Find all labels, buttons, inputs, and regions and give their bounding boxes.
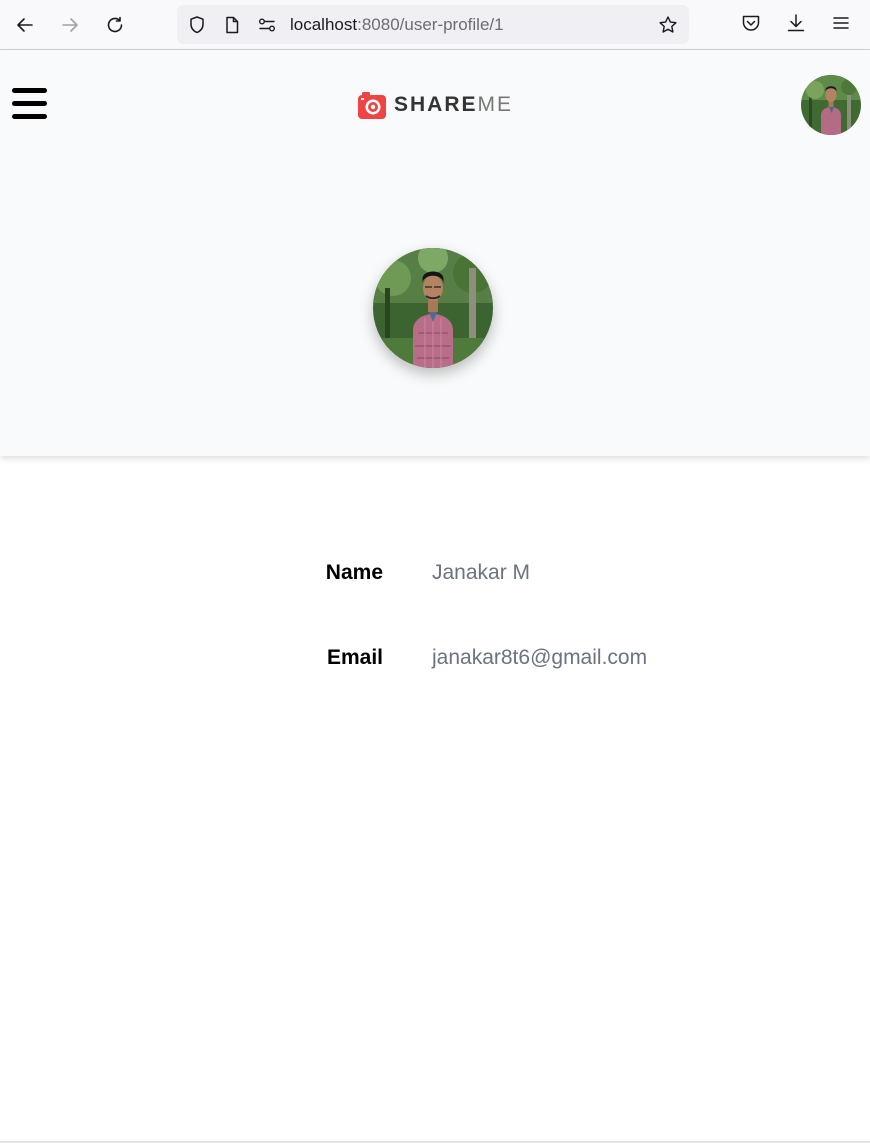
bookmark-star-icon[interactable] — [658, 15, 678, 35]
forward-arrow-icon — [62, 18, 78, 32]
back-arrow-icon — [17, 18, 33, 32]
user-avatar[interactable] — [801, 75, 861, 135]
reload-icon — [107, 16, 123, 33]
page-icon[interactable] — [222, 15, 242, 35]
forward-button[interactable] — [54, 9, 86, 41]
email-row: Email janakar8t6@gmail.com — [0, 639, 870, 679]
hamburger-menu-button[interactable] — [12, 88, 48, 120]
url-path: :8080/user-profile/1 — [357, 15, 504, 34]
name-row: Name Janakar M — [0, 554, 870, 594]
url-host: localhost — [290, 15, 358, 34]
back-button[interactable] — [9, 9, 41, 41]
profile-header: SHAREME — [0, 50, 870, 456]
logo-text-light: ME — [477, 93, 514, 116]
browser-toolbar: localhost:8080/user-profile/1 — [0, 0, 870, 50]
name-value: Janakar M — [432, 561, 531, 584]
camera-icon — [358, 92, 386, 119]
profile-photo — [373, 248, 493, 368]
url-text[interactable]: localhost:8080/user-profile/1 — [290, 14, 504, 36]
profile-avatar — [373, 248, 493, 368]
hamburger-bar — [12, 88, 47, 93]
address-bar[interactable]: localhost:8080/user-profile/1 — [177, 5, 689, 44]
permissions-icon[interactable] — [257, 15, 277, 35]
email-value: janakar8t6@gmail.com — [432, 646, 648, 669]
reload-button[interactable] — [99, 9, 131, 41]
name-label: Name — [325, 561, 383, 584]
hamburger-bar — [12, 101, 47, 106]
hamburger-bar — [12, 114, 47, 119]
logo[interactable]: SHAREME — [357, 89, 513, 121]
logo-text: SHAREME — [394, 93, 513, 117]
menu-icon[interactable] — [830, 12, 852, 34]
user-photo — [801, 75, 861, 135]
logo-text-bold: SHARE — [394, 93, 478, 116]
download-icon[interactable] — [785, 12, 807, 34]
shield-icon[interactable] — [187, 15, 207, 35]
pocket-icon[interactable] — [740, 12, 762, 34]
email-label: Email — [326, 646, 383, 669]
